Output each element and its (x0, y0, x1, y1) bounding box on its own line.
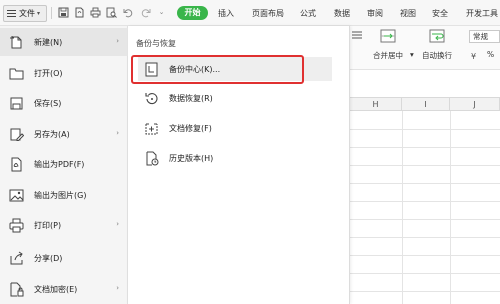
tab-insert[interactable]: 插入 (218, 8, 234, 19)
print-preview-icon[interactable] (106, 7, 117, 18)
number-format-select[interactable]: 常规 (469, 30, 500, 43)
chevron-right-icon: › (116, 129, 119, 137)
save-icon[interactable] (58, 7, 69, 18)
chevron-right-icon: › (116, 220, 119, 228)
history-version-icon (146, 151, 159, 165)
file-menu-item-export-pdf[interactable]: 输出为PDF(F) (0, 150, 128, 178)
submenu-item-document-repair[interactable]: 文档修复(F) (138, 116, 332, 140)
grid-line (402, 111, 403, 304)
merge-center-label[interactable]: 合并居中 (373, 50, 403, 61)
grid-line (350, 201, 500, 202)
wrap-text-label[interactable]: 自动换行 (422, 50, 452, 61)
spreadsheet-grid[interactable]: H I J (350, 71, 500, 304)
chevron-down-icon: ▾ (37, 10, 41, 17)
export-pdf-icon[interactable] (74, 7, 85, 18)
submenu-label: 历史版本(H) (169, 153, 214, 163)
data-recovery-icon (145, 92, 158, 104)
save-icon (10, 97, 23, 109)
print-icon (9, 218, 24, 232)
tab-developer[interactable]: 开发工具 (466, 8, 498, 19)
file-menu-item-new[interactable]: 新建(N) › (0, 28, 128, 56)
redo-icon[interactable] (140, 7, 151, 18)
file-menu-button[interactable]: 文件 ▾ (3, 5, 47, 22)
grid-line (350, 273, 500, 274)
column-header-j[interactable]: J (450, 97, 500, 111)
document-repair-icon (145, 123, 158, 134)
ribbon-toolbar: 合并居中 ▾ 自动换行 常规 ¥ % (350, 26, 500, 70)
new-file-icon (10, 35, 22, 48)
wrap-text-icon[interactable] (429, 29, 445, 43)
file-menu-label: 输出为图片(G) (34, 190, 87, 200)
grid-line (350, 165, 500, 166)
align-icon[interactable] (352, 30, 362, 40)
tab-data[interactable]: 数据 (334, 8, 350, 19)
grid-line (350, 183, 500, 184)
tab-view[interactable]: 视图 (400, 8, 416, 19)
chevron-down-icon[interactable]: ▾ (410, 50, 414, 59)
share-icon (10, 251, 23, 264)
file-menu-item-save[interactable]: 保存(S) (0, 89, 128, 117)
file-menu-label: 文件 (19, 9, 35, 18)
submenu-label: 文档修复(F) (169, 123, 212, 133)
hamburger-icon (7, 10, 16, 17)
number-format-value: 常规 (473, 32, 488, 41)
file-menu-label: 另存为(A) (34, 129, 70, 139)
file-menu-label: 分享(D) (34, 253, 63, 263)
merge-center-icon[interactable] (380, 29, 396, 43)
submenu-title: 备份与恢复 (136, 39, 176, 48)
chevron-right-icon: › (116, 37, 119, 45)
submenu-item-history-version[interactable]: 历史版本(H) (138, 146, 332, 170)
tab-security[interactable]: 安全 (432, 8, 448, 19)
highlight-annotation-frame (131, 55, 304, 84)
submenu-label: 数据恢复(R) (169, 93, 213, 103)
customize-quick-access-icon[interactable]: ⌄ (156, 7, 167, 18)
currency-icon[interactable]: ¥ (470, 51, 482, 61)
chevron-right-icon: › (116, 284, 119, 292)
column-header-h[interactable]: H (350, 97, 402, 111)
file-menu-item-open[interactable]: 打开(O) (0, 59, 128, 87)
column-header-i[interactable]: I (402, 97, 450, 111)
grid-line (350, 129, 500, 130)
svg-text:¥: ¥ (471, 52, 476, 61)
file-menu-item-share[interactable]: 分享(D) (0, 244, 128, 272)
file-menu-item-encrypt[interactable]: 文档加密(E) › (0, 275, 128, 303)
file-menu-label: 保存(S) (34, 98, 62, 108)
file-menu-label: 打印(P) (34, 220, 62, 230)
tab-formulas[interactable]: 公式 (300, 8, 316, 19)
percent-style-button[interactable]: % (487, 50, 494, 59)
tab-review[interactable]: 审阅 (367, 8, 383, 19)
grid-line (350, 237, 500, 238)
grid-line (450, 111, 451, 304)
file-menu-label: 新建(N) (34, 37, 63, 47)
file-menu-panel: 新建(N) › 打开(O) 保存(S) 另存为(A) › 输出为PDF(F) 输… (0, 26, 128, 304)
file-menu-label: 输出为PDF(F) (34, 159, 85, 169)
image-export-icon (9, 189, 24, 201)
grid-line (350, 147, 500, 148)
file-menu-item-export-image[interactable]: 输出为图片(G) (0, 181, 128, 209)
print-icon[interactable] (90, 7, 101, 18)
submenu-item-data-recovery[interactable]: 数据恢复(R) (138, 86, 332, 110)
pdf-export-icon (11, 157, 22, 171)
file-menu-item-save-as[interactable]: 另存为(A) › (0, 120, 128, 148)
grid-line (350, 219, 500, 220)
tab-page-layout[interactable]: 页面布局 (252, 8, 284, 19)
file-menu-label: 打开(O) (34, 68, 63, 78)
divider (51, 7, 52, 19)
file-menu-label: 文档加密(E) (34, 284, 78, 294)
ribbon-menubar: 文件 ▾ ⌄ 开始 插入 页面布局 公式 数据 审阅 视图 安全 开发工具 (0, 0, 500, 26)
folder-open-icon (9, 68, 24, 79)
grid-line (350, 255, 500, 256)
file-menu-item-print[interactable]: 打印(P) › (0, 211, 128, 239)
undo-icon[interactable] (123, 7, 134, 18)
encrypt-icon (10, 282, 24, 296)
save-as-icon (10, 128, 24, 141)
grid-line (350, 291, 500, 292)
tab-start[interactable]: 开始 (177, 6, 208, 20)
